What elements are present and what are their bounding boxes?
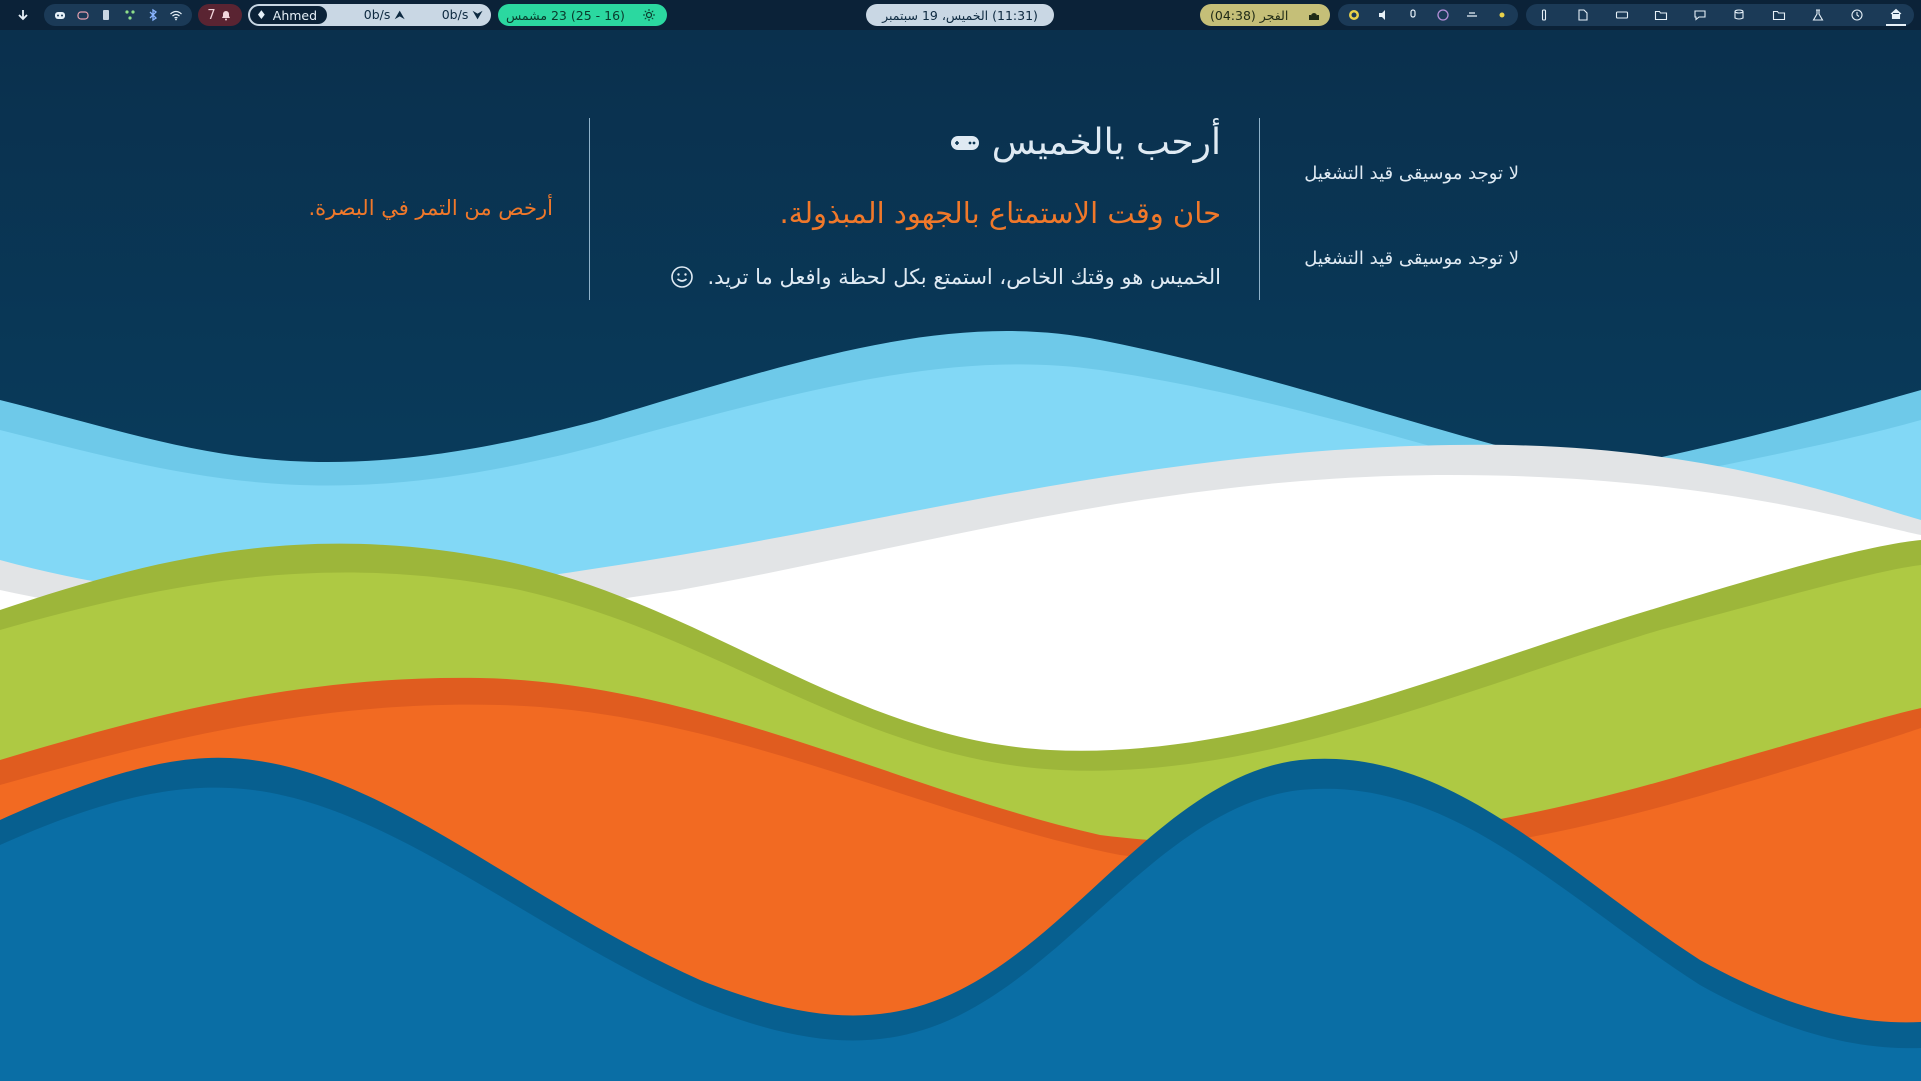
document-icon[interactable]	[1573, 5, 1593, 25]
desktop: 7 ♦ Ahmed 0b/s ⮝ 0b/s ⮟ (16 - 25) 23 مشم…	[0, 0, 1921, 1081]
flask-icon[interactable]	[1808, 5, 1828, 25]
smiley-icon	[670, 265, 694, 289]
folder-icon[interactable]	[1769, 5, 1789, 25]
network-share-icon[interactable]	[120, 5, 140, 25]
obs-icon[interactable]	[1344, 5, 1364, 25]
media-tray	[1338, 4, 1518, 26]
mosque-icon	[1304, 5, 1324, 25]
divider-right	[1259, 118, 1260, 300]
message-row: الخميس هو وقتك الخاص، استمتع بكل لحظة وا…	[670, 265, 1222, 289]
music-status-1[interactable]: لا توجد موسيقى قيد التشغيل	[1304, 163, 1519, 184]
bell-icon	[219, 5, 233, 25]
divider-left	[589, 118, 590, 300]
phone-icon[interactable]	[96, 5, 116, 25]
app-launcher	[1526, 4, 1914, 26]
weather-text: (16 - 25) 23 مشمس	[506, 7, 625, 23]
dot-icon[interactable]	[1492, 5, 1512, 25]
folder-image-icon[interactable]	[1651, 5, 1671, 25]
gamepad-icon[interactable]	[73, 5, 93, 25]
notifications-badge[interactable]: 7	[198, 4, 242, 26]
prayer-time[interactable]: الفجر (04:38)	[1200, 4, 1330, 26]
gamepad-icon	[950, 133, 980, 153]
collapse-arrow-icon[interactable]	[13, 5, 33, 25]
top-panel: 7 ♦ Ahmed 0b/s ⮝ 0b/s ⮟ (16 - 25) 23 مشم…	[0, 0, 1921, 30]
vpn-icon[interactable]	[1462, 5, 1482, 25]
keyboard-icon[interactable]	[1612, 5, 1632, 25]
text-cursor-icon[interactable]	[1534, 5, 1554, 25]
music-status-2[interactable]: لا توجد موسيقى قيد التشغيل	[1304, 248, 1519, 269]
weather-widget[interactable]: (16 - 25) 23 مشمس	[498, 4, 667, 26]
download-arrow-icon: ⮟	[472, 7, 483, 22]
circle-icon[interactable]	[1433, 5, 1453, 25]
datetime-text: (11:31) الخميس، 19 سبتمبر	[882, 7, 1038, 23]
volume-icon[interactable]	[1374, 5, 1394, 25]
message-text: الخميس هو وقتك الخاص، استمتع بكل لحظة وا…	[707, 265, 1222, 289]
greeting-title-row: أرحب يالخميس	[950, 122, 1221, 163]
network-monitor: ♦ Ahmed 0b/s ⮝ 0b/s ⮟	[248, 4, 491, 26]
subtitle: حان وقت الاستمتاع بالجهود المبذولة.	[779, 196, 1221, 230]
system-tray	[44, 4, 192, 26]
download-speed: 0b/s ⮟	[441, 7, 483, 22]
greeting-title: أرحب يالخميس	[991, 122, 1221, 163]
bluetooth-icon[interactable]	[143, 5, 163, 25]
user-chip[interactable]: ♦ Ahmed	[250, 6, 328, 24]
sun-icon	[639, 5, 659, 25]
user-name: Ahmed	[272, 7, 318, 23]
diamond-icon: ♦	[256, 8, 267, 22]
discord-icon[interactable]	[50, 5, 70, 25]
upload-arrow-icon: ⮝	[394, 7, 406, 22]
database-icon[interactable]	[1730, 5, 1750, 25]
wifi-icon[interactable]	[166, 5, 186, 25]
clock-date[interactable]: (11:31) الخميس، 19 سبتمبر	[866, 4, 1054, 26]
side-note: أرخص من التمر في البصرة.	[308, 196, 553, 220]
clock-icon[interactable]	[1847, 5, 1867, 25]
upload-speed: 0b/s ⮝	[363, 7, 406, 22]
notifications-count: 7	[207, 7, 216, 23]
mic-icon[interactable]	[1403, 5, 1423, 25]
prayer-text: الفجر (04:38)	[1210, 7, 1289, 23]
home-icon[interactable]	[1885, 4, 1906, 26]
chat-icon[interactable]	[1690, 5, 1710, 25]
